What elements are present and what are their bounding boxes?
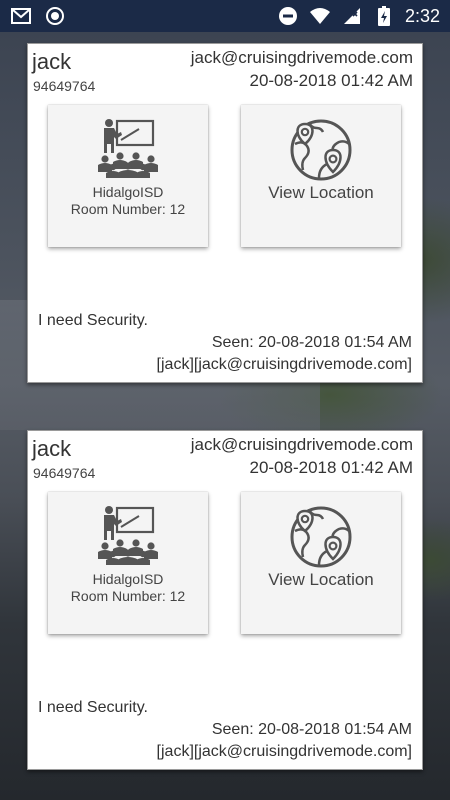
school-room-tile[interactable]: HidalgoISD Room Number: 12 xyxy=(48,492,208,634)
globe-location-icon xyxy=(290,506,352,568)
status-time: 2:32 xyxy=(404,5,440,26)
seen-by: [jack][jack@cruisingdrivemode.com] xyxy=(156,356,412,373)
battery-icon xyxy=(373,5,395,27)
sender-email: jack@cruisingdrivemode.com xyxy=(190,48,413,67)
seen-status: Seen: 20-08-2018 01:54 AM xyxy=(122,334,412,352)
seen-label: Seen: xyxy=(211,334,254,351)
gmail-icon xyxy=(10,5,32,27)
seen-by-email: jack@cruisingdrivemode.com xyxy=(198,743,408,760)
sent-time: 20-08-2018 01:42 AM xyxy=(249,458,413,477)
seen-time: 20-08-2018 01:54 AM xyxy=(258,334,412,351)
sender-email: jack@cruisingdrivemode.com xyxy=(190,435,413,454)
classroom-icon xyxy=(98,506,158,565)
room-label: Room Number: xyxy=(70,588,166,604)
message-text: I need Security. xyxy=(38,312,148,329)
view-location-button[interactable]: View Location xyxy=(241,105,401,247)
seen-time: 20-08-2018 01:54 AM xyxy=(258,721,412,738)
seen-status: Seen: 20-08-2018 01:54 AM xyxy=(122,721,412,739)
school-room-tile[interactable]: HidalgoISD Room Number: 12 xyxy=(48,105,208,247)
signal-icon xyxy=(341,5,363,27)
school-name: HidalgoISD xyxy=(92,571,164,587)
classroom-icon xyxy=(98,119,158,178)
seen-by-name: jack xyxy=(161,743,190,760)
view-location-label: View Location xyxy=(268,570,374,589)
alert-card[interactable]: jack 94649764 jack@cruisingdrivemode.com… xyxy=(27,43,423,383)
sender-name: jack xyxy=(32,49,72,74)
alert-card[interactable]: jack 94649764 jack@cruisingdrivemode.com… xyxy=(27,430,423,770)
seen-label: Seen: xyxy=(211,721,254,738)
globe-location-icon xyxy=(290,119,352,181)
record-icon xyxy=(44,5,66,27)
message-text: I need Security. xyxy=(38,699,148,716)
sender-phone: 94649764 xyxy=(33,465,96,481)
sender-phone: 94649764 xyxy=(33,78,96,94)
room-number: Room Number: 12 xyxy=(48,201,208,217)
seen-by-name: jack xyxy=(161,356,190,373)
seen-by-email: jack@cruisingdrivemode.com xyxy=(198,356,408,373)
room-value: 12 xyxy=(169,201,186,217)
school-name: HidalgoISD xyxy=(92,184,164,200)
view-location-label: View Location xyxy=(268,183,374,202)
seen-by: [jack][jack@cruisingdrivemode.com] xyxy=(156,743,412,760)
room-label: Room Number: xyxy=(70,201,166,217)
status-bar: 2:32 xyxy=(0,0,450,32)
do-not-disturb-icon xyxy=(277,5,299,27)
view-location-button[interactable]: View Location xyxy=(241,492,401,634)
sender-name: jack xyxy=(32,436,72,461)
wifi-icon xyxy=(309,5,331,27)
room-value: 12 xyxy=(169,588,186,604)
sent-time: 20-08-2018 01:42 AM xyxy=(249,71,413,90)
room-number: Room Number: 12 xyxy=(48,588,208,604)
